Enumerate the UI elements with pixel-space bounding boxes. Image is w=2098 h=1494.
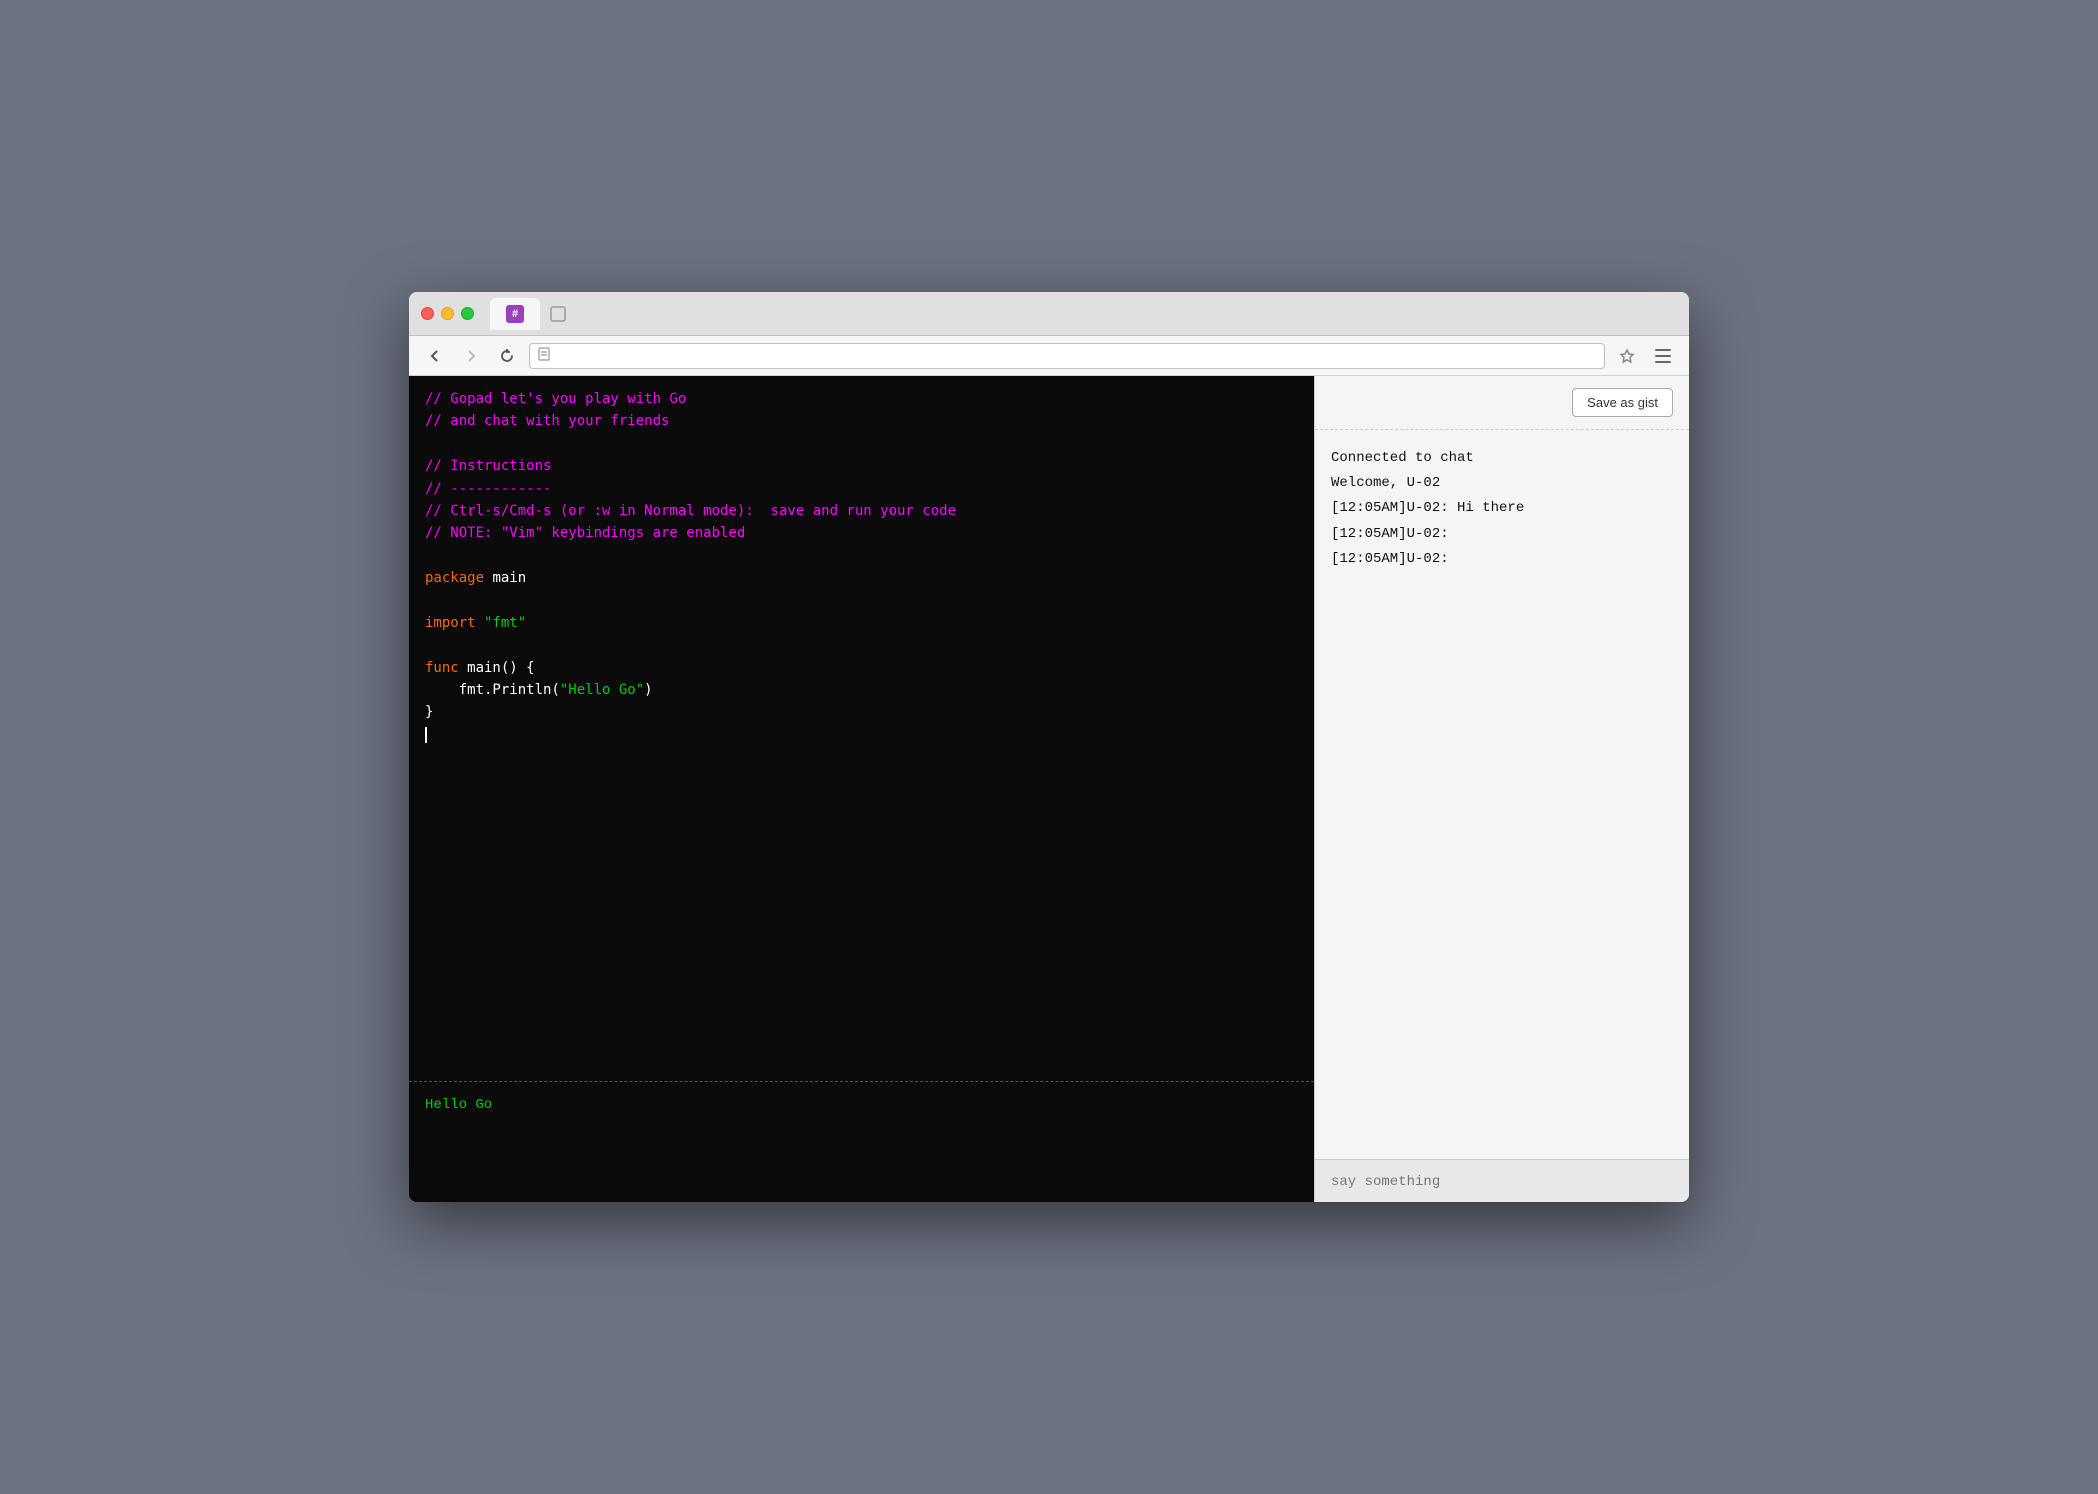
import-space	[476, 615, 484, 631]
cursor-line	[425, 727, 427, 743]
connected-message: Connected to chat	[1331, 446, 1673, 471]
active-tab[interactable]: #	[490, 298, 540, 330]
tab-area: #	[490, 298, 1677, 330]
traffic-lights	[421, 307, 474, 320]
chat-message-3: [12:05AM]U-02:	[1331, 547, 1673, 572]
maximize-button[interactable]	[461, 307, 474, 320]
title-bar: #	[409, 292, 1689, 336]
func-keyword: func	[425, 660, 459, 676]
address-bar[interactable]	[529, 343, 1605, 369]
comment-line-1: // Gopad let's you play with Go	[425, 391, 686, 407]
output-text: Hello Go	[425, 1097, 492, 1113]
comment-line-2: // and chat with your friends	[425, 413, 669, 429]
string-literal: "Hello Go"	[560, 682, 644, 698]
page-icon	[538, 347, 550, 364]
chat-message-1: [12:05AM]U-02: Hi there	[1331, 496, 1673, 521]
close-button[interactable]	[421, 307, 434, 320]
comment-line-7: // NOTE: "Vim" keybindings are enabled	[425, 525, 745, 541]
closing-brace: }	[425, 704, 433, 720]
chat-pane: Save as gist Connected to chat Welcome, …	[1314, 376, 1689, 1202]
welcome-message: Welcome, U-02	[1331, 471, 1673, 496]
new-tab-button[interactable]	[544, 300, 572, 328]
import-keyword: import	[425, 615, 476, 631]
chat-input[interactable]	[1331, 1174, 1673, 1190]
main-content: // Gopad let's you play with Go // and c…	[409, 376, 1689, 1202]
package-keyword: package	[425, 570, 484, 586]
code-editor[interactable]: // Gopad let's you play with Go // and c…	[409, 376, 1314, 1081]
comment-line-5: // ------------	[425, 481, 551, 497]
browser-window: #	[409, 292, 1689, 1202]
comment-line-6: // Ctrl-s/Cmd-s (or :w in Normal mode): …	[425, 503, 956, 519]
save-gist-button[interactable]: Save as gist	[1572, 388, 1673, 417]
forward-button[interactable]	[457, 342, 485, 370]
nav-bar	[409, 336, 1689, 376]
editor-pane[interactable]: // Gopad let's you play with Go // and c…	[409, 376, 1314, 1202]
minimize-button[interactable]	[441, 307, 454, 320]
package-name: main	[484, 570, 526, 586]
func-body: fmt.Println("Hello Go")	[425, 682, 653, 698]
func-sig: main() {	[459, 660, 535, 676]
reload-button[interactable]	[493, 342, 521, 370]
chat-message-2: [12:05AM]U-02:	[1331, 522, 1673, 547]
import-path: "fmt"	[484, 615, 526, 631]
chat-header: Save as gist	[1315, 376, 1689, 430]
bookmark-button[interactable]	[1613, 342, 1641, 370]
output-area: Hello Go	[409, 1082, 1314, 1202]
menu-button[interactable]	[1649, 342, 1677, 370]
tab-hash-icon: #	[506, 305, 524, 323]
chat-input-area[interactable]	[1315, 1159, 1689, 1202]
chat-messages: Connected to chat Welcome, U-02 [12:05AM…	[1315, 430, 1689, 1159]
comment-line-4: // Instructions	[425, 458, 551, 474]
back-button[interactable]	[421, 342, 449, 370]
